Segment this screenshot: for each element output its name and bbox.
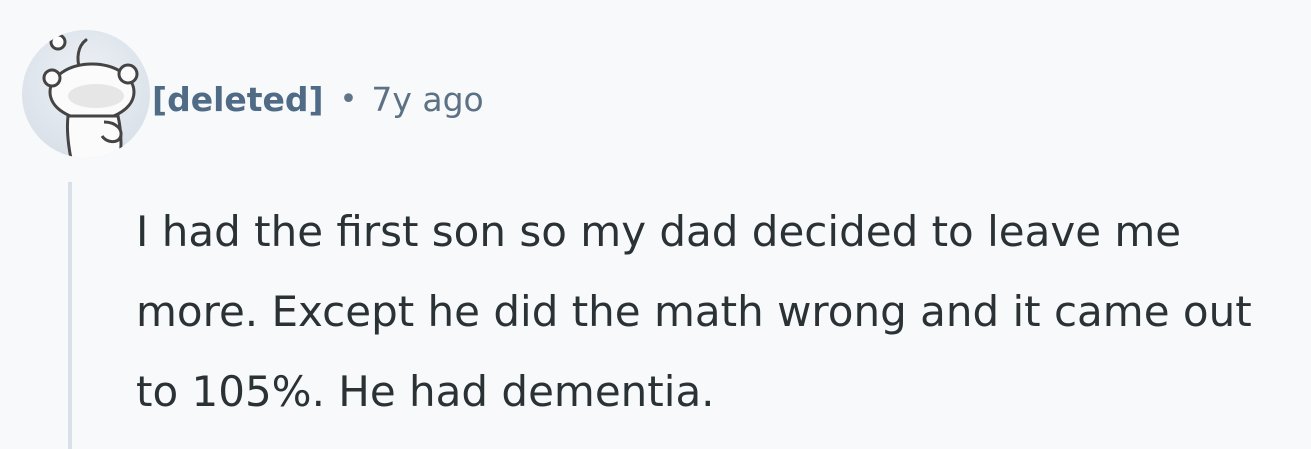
comment-body: I had the first son so my dad decided to… (136, 207, 1252, 416)
author-name[interactable]: [deleted] (152, 80, 324, 119)
comment: [deleted] • 7y ago I had the first son s… (0, 0, 1311, 449)
snoo-avatar-icon[interactable] (22, 30, 150, 158)
comment-meta: [deleted] • 7y ago (152, 74, 484, 124)
thread-collapse-line[interactable] (68, 182, 72, 449)
meta-separator: • (339, 81, 358, 117)
comment-timestamp[interactable]: 7y ago (371, 80, 483, 119)
